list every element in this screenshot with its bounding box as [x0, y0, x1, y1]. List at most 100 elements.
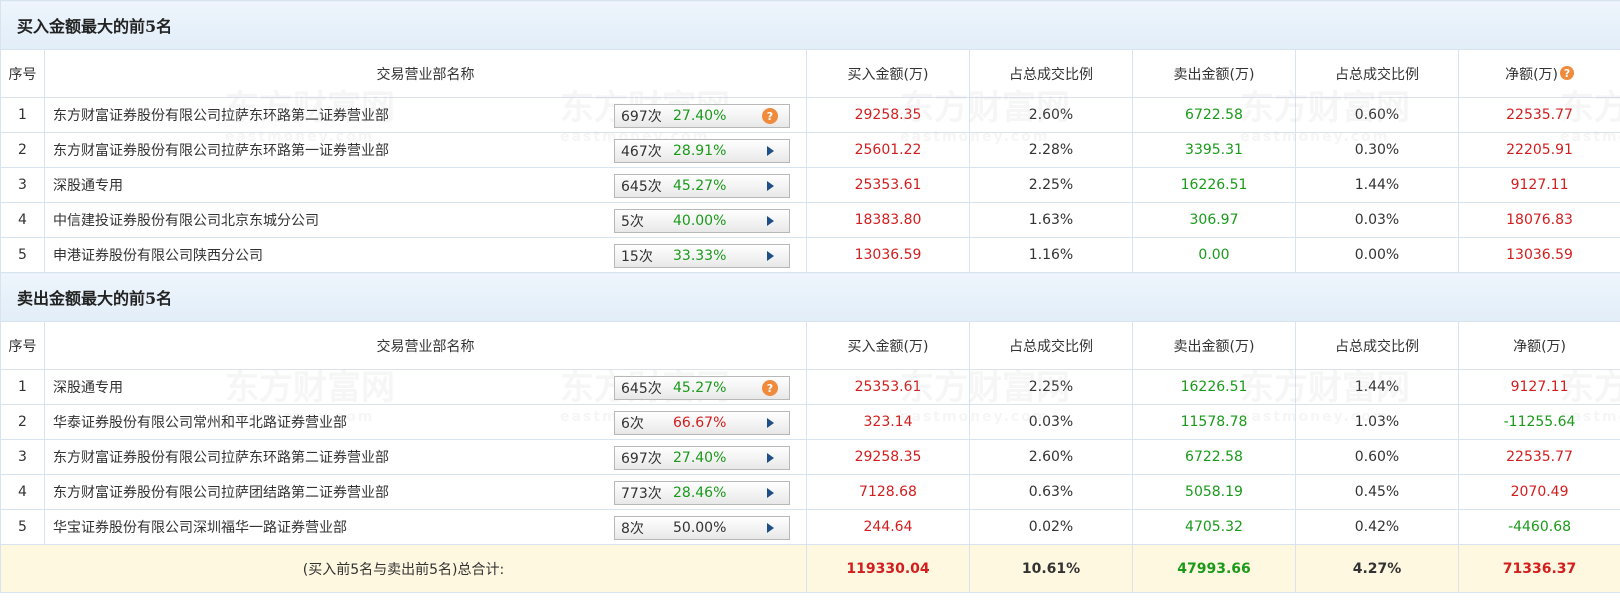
total-sell: 47993.66 — [1132, 544, 1296, 593]
table-row: 4 中信建投证券股份有限公司北京东城分公司 5次 40.00% 18383.80 1.63… — [0, 202, 1620, 238]
help-question-icon[interactable]: ? — [1560, 66, 1575, 80]
broker-stats-toggle[interactable] — [755, 418, 785, 428]
broker-stats-toggle[interactable] — [755, 251, 785, 261]
buy-section: 买入金额最大的前5名 序号 交易营业部名称 买入金额(万) 占总成交比例 卖出金… — [0, 0, 1620, 98]
broker-count: 645次 — [621, 381, 662, 397]
net-amount: 22535.77 — [1457, 439, 1620, 475]
broker-rate: 45.27% — [673, 380, 727, 396]
broker-stats-button[interactable]: 773次 28.46% — [614, 481, 790, 505]
sell-amount: 4705.32 — [1132, 509, 1296, 545]
row-index: 1 — [0, 369, 45, 405]
broker-rate: 27.40% — [673, 108, 727, 124]
broker-rate: 50.00% — [673, 520, 727, 536]
broker-stats-toggle[interactable] — [755, 488, 785, 498]
broker-name[interactable]: 深股通专用 — [53, 380, 123, 396]
table-row: 3 东方财富证券股份有限公司拉萨东环路第二证券营业部 697次 27.40% 29258… — [0, 439, 1620, 475]
total-section: (买入前5名与卖出前5名)总合计: 119330.04 10.61% 47993… — [0, 544, 1620, 593]
net-amount: 22535.77 — [1457, 97, 1620, 133]
buy-amount: 323.14 — [806, 404, 970, 440]
broker-name[interactable]: 华宝证券股份有限公司深圳福华一路证券营业部 — [53, 520, 347, 536]
broker-name[interactable]: 东方财富证券股份有限公司拉萨东环路第一证券营业部 — [53, 143, 389, 159]
broker-name[interactable]: 申港证券股份有限公司陕西分公司 — [53, 248, 263, 264]
sell-ratio: 1.44% — [1295, 167, 1459, 203]
table-row: 5 申港证券股份有限公司陕西分公司 15次 33.33% 13036.59 1.16% 0.… — [0, 237, 1620, 273]
sell-section: 卖出金额最大的前5名 序号 交易营业部名称 买入金额(万) 占总成交比例 卖出金… — [0, 272, 1620, 370]
broker-stats-toggle[interactable] — [755, 453, 785, 463]
broker-stats-button[interactable]: 8次 50.00% — [614, 516, 790, 540]
buy-ratio: 2.25% — [969, 167, 1133, 203]
arrow-right-icon[interactable] — [766, 216, 774, 226]
buy-amount: 7128.68 — [806, 474, 970, 510]
broker-count: 645次 — [621, 179, 662, 195]
broker-name-cell: 华宝证券股份有限公司深圳福华一路证券营业部 8次 50.00% — [44, 509, 807, 545]
broker-stats-toggle[interactable] — [755, 523, 785, 533]
arrow-right-icon[interactable] — [766, 251, 774, 261]
total-buy: 119330.04 — [806, 544, 970, 593]
broker-rate: 33.33% — [673, 248, 727, 264]
col-header-sell: 卖出金额(万) — [1132, 49, 1296, 98]
table-row: 1 东方财富证券股份有限公司拉萨东环路第二证券营业部 697次 27.40%? 2925… — [0, 97, 1620, 133]
buy-ratio: 0.02% — [969, 509, 1133, 545]
col-header-net: 净额(万) — [1457, 321, 1620, 370]
question-icon[interactable]: ? — [762, 108, 778, 124]
row-index: 5 — [0, 509, 45, 545]
col-header-name: 交易营业部名称 — [44, 49, 807, 98]
buy-ratio: 2.25% — [969, 369, 1133, 405]
broker-name-cell: 申港证券股份有限公司陕西分公司 15次 33.33% — [44, 237, 807, 273]
broker-stats-toggle[interactable]: ? — [755, 108, 785, 124]
broker-name[interactable]: 中信建投证券股份有限公司北京东城分公司 — [53, 213, 319, 229]
arrow-right-icon[interactable] — [766, 418, 774, 428]
broker-stats-toggle[interactable]: ? — [755, 380, 785, 396]
arrow-right-icon[interactable] — [766, 146, 774, 156]
broker-stats-button[interactable]: 5次 40.00% — [614, 209, 790, 233]
row-index: 1 — [0, 97, 45, 133]
buy-amount: 25353.61 — [806, 369, 970, 405]
broker-stats-button[interactable]: 697次 27.40% — [614, 446, 790, 470]
broker-stats-button[interactable]: 645次 45.27% — [614, 174, 790, 198]
broker-stats-toggle[interactable] — [755, 216, 785, 226]
arrow-right-icon[interactable] — [766, 523, 774, 533]
broker-stats-button[interactable]: 15次 33.33% — [614, 244, 790, 268]
sell-ratio: 0.45% — [1295, 474, 1459, 510]
arrow-right-icon[interactable] — [766, 453, 774, 463]
table-row: 4 东方财富证券股份有限公司拉萨团结路第二证券营业部 773次 28.46% 7128.… — [0, 474, 1620, 510]
col-header-name: 交易营业部名称 — [44, 321, 807, 370]
row-index: 3 — [0, 439, 45, 475]
row-index: 3 — [0, 167, 45, 203]
broker-count: 773次 — [621, 486, 662, 502]
lhb-table: 买入金额最大的前5名 序号 交易营业部名称 买入金额(万) 占总成交比例 卖出金… — [0, 0, 1620, 593]
broker-stats-button[interactable]: 467次 28.91% — [614, 139, 790, 163]
sell-amount: 5058.19 — [1132, 474, 1296, 510]
broker-count: 5次 — [621, 214, 644, 230]
broker-count: 467次 — [621, 144, 662, 160]
broker-name[interactable]: 华泰证券股份有限公司常州和平北路证券营业部 — [53, 415, 347, 431]
net-amount: 9127.11 — [1457, 369, 1620, 405]
buy-amount: 244.64 — [806, 509, 970, 545]
broker-name-cell: 东方财富证券股份有限公司拉萨东环路第二证券营业部 697次 27.40% — [44, 439, 807, 475]
broker-rate: 27.40% — [673, 450, 727, 466]
broker-name[interactable]: 深股通专用 — [53, 178, 123, 194]
broker-stats-button[interactable]: 6次 66.67% — [614, 411, 790, 435]
sell-amount: 16226.51 — [1132, 167, 1296, 203]
broker-stats-toggle[interactable] — [755, 146, 785, 156]
broker-stats-button[interactable]: 645次 45.27%? — [614, 376, 790, 400]
broker-name[interactable]: 东方财富证券股份有限公司拉萨东环路第二证券营业部 — [53, 450, 389, 466]
broker-name-cell: 东方财富证券股份有限公司拉萨团结路第二证券营业部 773次 28.46% — [44, 474, 807, 510]
broker-name[interactable]: 东方财富证券股份有限公司拉萨东环路第二证券营业部 — [53, 108, 389, 124]
broker-stats-toggle[interactable] — [755, 181, 785, 191]
sell-ratio: 0.00% — [1295, 237, 1459, 273]
arrow-right-icon[interactable] — [766, 488, 774, 498]
broker-stats-button[interactable]: 697次 27.40%? — [614, 104, 790, 128]
broker-name[interactable]: 东方财富证券股份有限公司拉萨团结路第二证券营业部 — [53, 485, 389, 501]
question-icon[interactable]: ? — [762, 380, 778, 396]
buy-rows: 1 东方财富证券股份有限公司拉萨东环路第二证券营业部 697次 27.40%? 2925… — [0, 97, 1620, 273]
table-row: 2 东方财富证券股份有限公司拉萨东环路第一证券营业部 467次 28.91% 25601… — [0, 132, 1620, 168]
col-header-sell-pct: 占总成交比例 — [1295, 321, 1459, 370]
net-amount: 2070.49 — [1457, 474, 1620, 510]
broker-rate: 66.67% — [673, 415, 727, 431]
lhb-panel: 东方财富网eastmoney.com 东方财富网eastmoney.com 东方… — [0, 0, 1620, 604]
arrow-right-icon[interactable] — [766, 181, 774, 191]
sell-ratio: 0.60% — [1295, 439, 1459, 475]
buy-ratio: 1.63% — [969, 202, 1133, 238]
buy-ratio: 2.28% — [969, 132, 1133, 168]
